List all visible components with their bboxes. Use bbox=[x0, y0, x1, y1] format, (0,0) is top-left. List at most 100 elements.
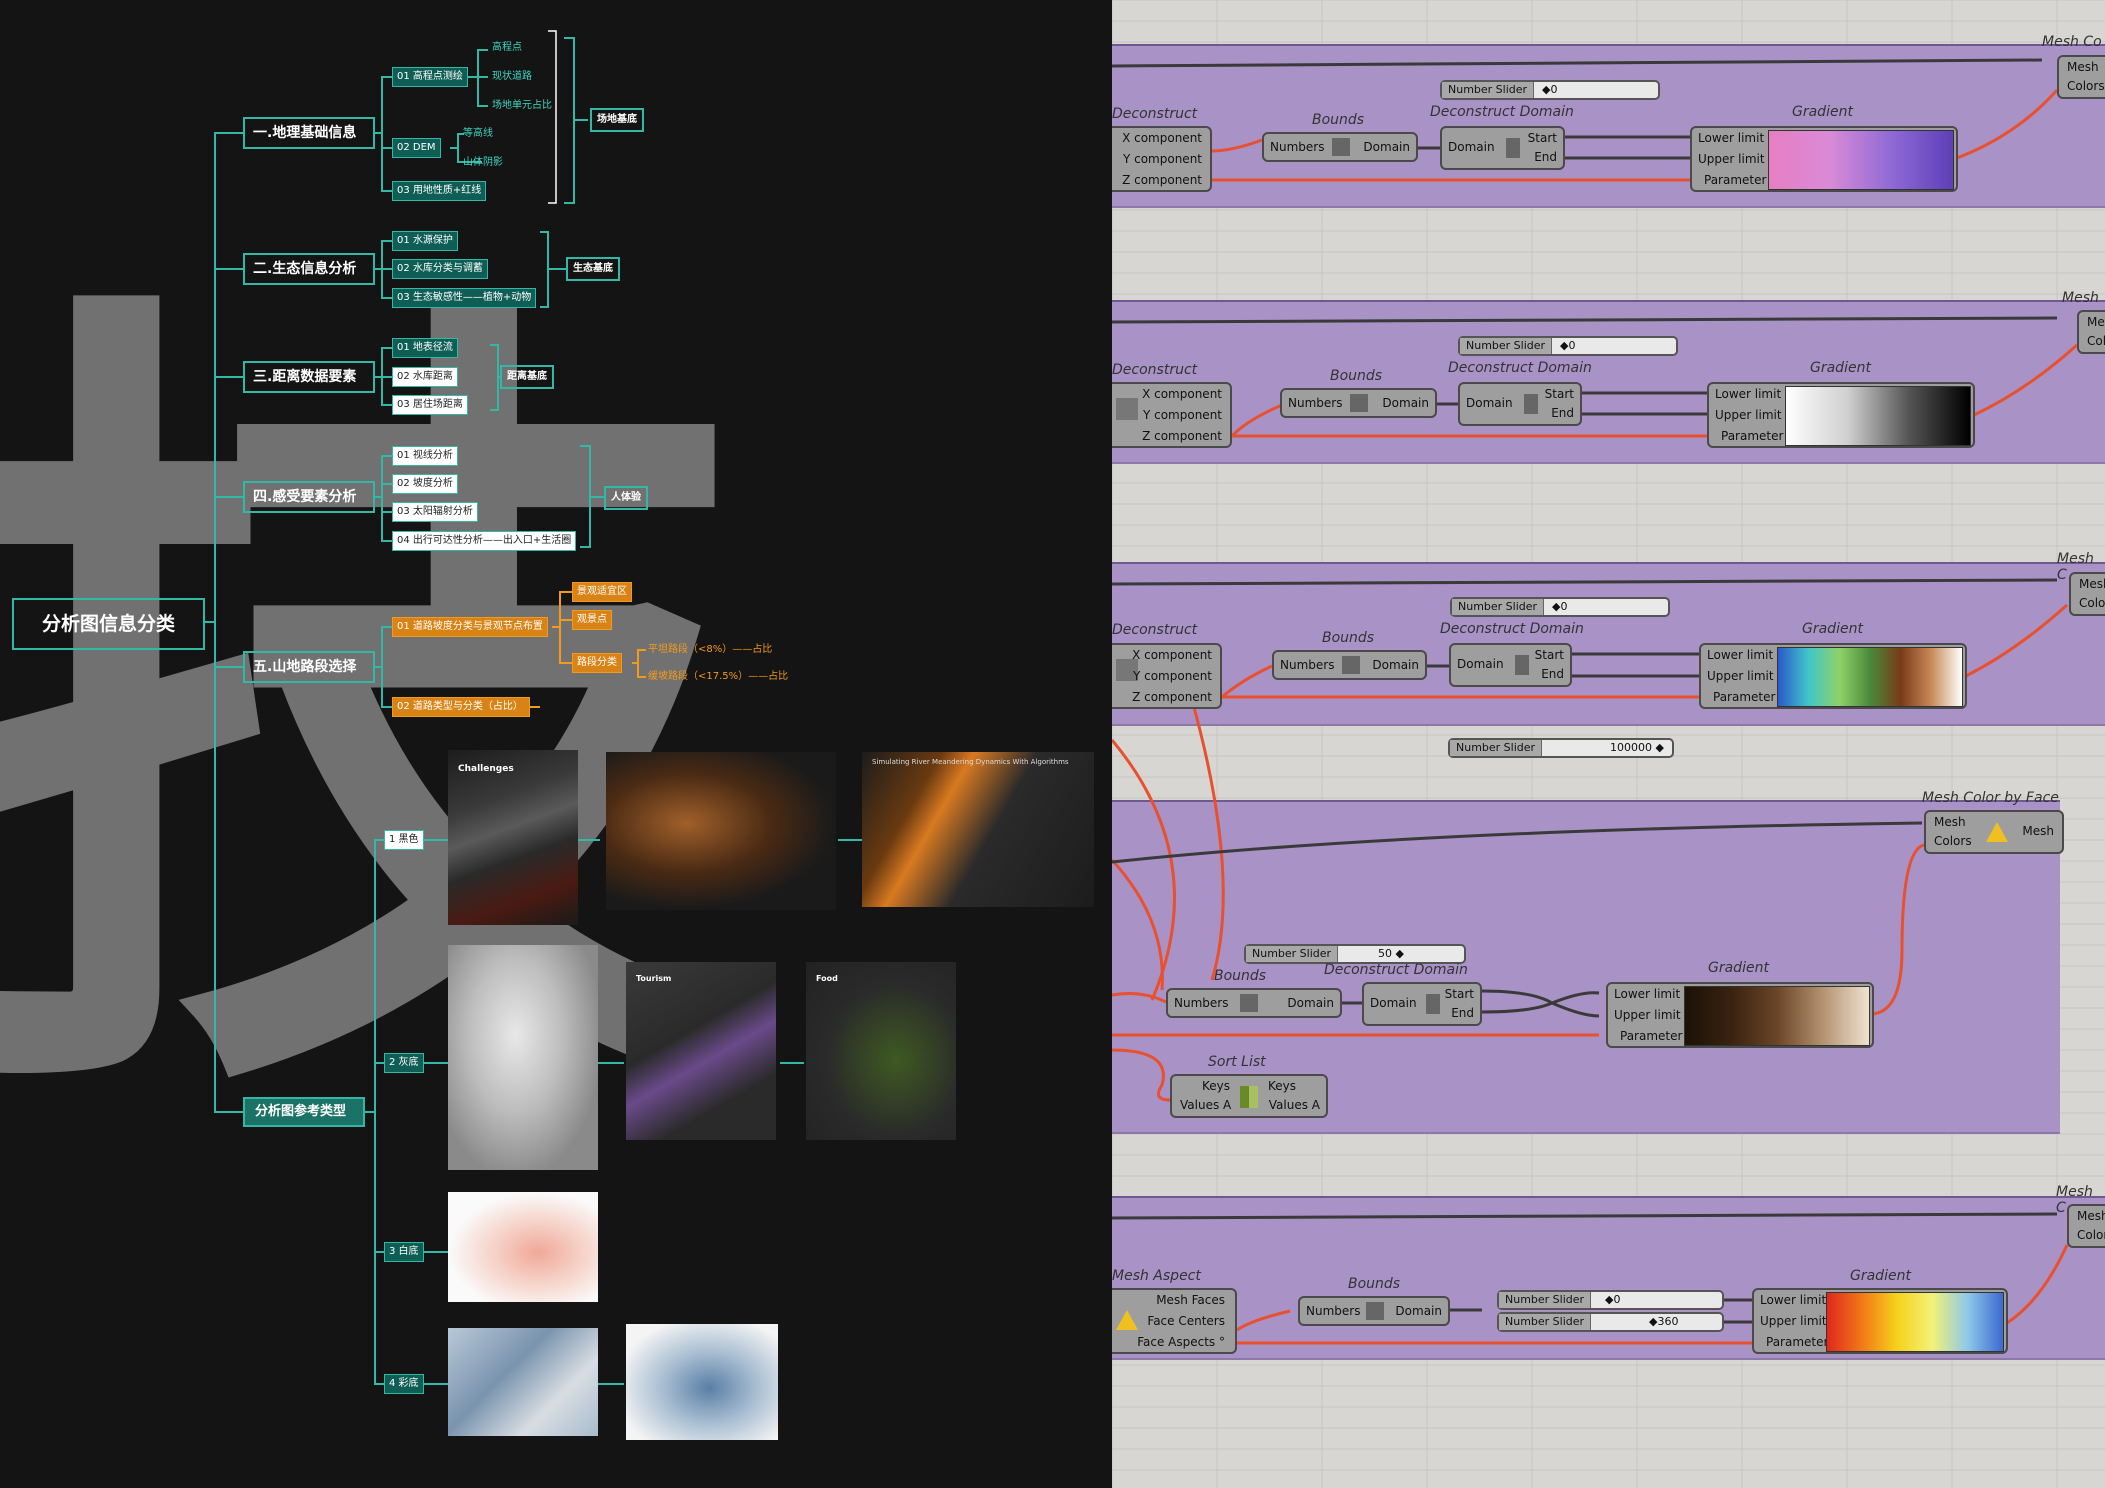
input-port: Numbers bbox=[1288, 396, 1343, 410]
slider-value: 50 ◆ bbox=[1378, 947, 1404, 960]
number-slider[interactable]: Number Slider 100000 ◆ bbox=[1448, 738, 1674, 758]
output-port: Values A bbox=[1268, 1098, 1320, 1112]
output-port: End bbox=[1534, 150, 1557, 164]
gradient-swatch[interactable] bbox=[1826, 1292, 2004, 1352]
output-port: Start bbox=[1544, 387, 1574, 401]
item-node: 01 道路坡度分类与景观节点布置 bbox=[392, 617, 548, 637]
output-port: Y component bbox=[1132, 669, 1212, 683]
ref-thumbnail-colour-1 bbox=[448, 1328, 598, 1436]
number-slider[interactable]: Number Slider ◆0 bbox=[1458, 336, 1678, 356]
slider-label: Number Slider bbox=[1452, 599, 1545, 615]
output-port: Face Aspects ° bbox=[1137, 1335, 1225, 1349]
deconstruct-component[interactable]: X component Y component Z component bbox=[1112, 382, 1232, 448]
output-port: Z component bbox=[1122, 173, 1202, 187]
mesh-colour-component[interactable]: Mesh Colors bbox=[2057, 55, 2105, 99]
slider-label: Number Slider bbox=[1442, 82, 1535, 98]
sort-list-component[interactable]: Keys Values A Keys Values A bbox=[1170, 1074, 1328, 1118]
deconstruct-component[interactable]: X component Y component Z component bbox=[1112, 126, 1212, 192]
sub-item: 现状道路 bbox=[492, 71, 532, 82]
input-port: Colors bbox=[2077, 1228, 2105, 1242]
slider-label: Number Slider bbox=[1499, 1314, 1592, 1330]
output-port: Domain bbox=[1287, 996, 1334, 1010]
gradient-swatch[interactable] bbox=[1785, 386, 1971, 446]
domain-icon bbox=[1515, 655, 1529, 675]
input-port: Domain bbox=[1448, 140, 1495, 154]
item-node: 03 生态敏感性——植物+动物 bbox=[392, 288, 537, 308]
bounds-component[interactable]: Numbers Domain bbox=[1166, 988, 1342, 1018]
number-slider[interactable]: Number Slider 50 ◆ bbox=[1244, 944, 1466, 964]
input-port: Numbers bbox=[1306, 1304, 1361, 1318]
input-port: Mes bbox=[2087, 315, 2105, 329]
input-port: Parameter bbox=[1704, 173, 1767, 187]
bounds-component[interactable]: Numbers Domain bbox=[1272, 650, 1427, 680]
mesh-colour-component[interactable]: Mes Colo bbox=[2077, 310, 2105, 354]
component-caption: Bounds bbox=[1312, 112, 1365, 128]
input-port: Numbers bbox=[1280, 658, 1335, 672]
ref-thumbnail-colour-2 bbox=[626, 1324, 778, 1440]
input-port: Lower limit bbox=[1715, 387, 1782, 401]
mesh-aspect-component[interactable]: Mesh Faces Face Centers Face Aspects ° bbox=[1112, 1288, 1237, 1354]
item-node: 02 水库距离 bbox=[392, 367, 458, 387]
number-slider[interactable]: Number Slider ◆360 bbox=[1497, 1312, 1724, 1332]
input-port: Colors bbox=[1934, 834, 1972, 848]
deconstruct-domain-component[interactable]: Domain Start End bbox=[1440, 126, 1565, 170]
input-port: Lower limit bbox=[1614, 987, 1681, 1001]
input-port: Colors bbox=[2079, 596, 2105, 610]
ref-thumbnail-grey-3: Food bbox=[806, 962, 956, 1140]
component-caption: Bounds bbox=[1322, 630, 1375, 646]
gradient-swatch[interactable] bbox=[1768, 130, 1954, 190]
component-caption: Deconstruct bbox=[1112, 106, 1198, 122]
bounds-icon bbox=[1350, 394, 1368, 412]
deconstruct-domain-component[interactable]: Domain Start End bbox=[1458, 382, 1582, 426]
gradient-swatch[interactable] bbox=[1777, 647, 1963, 707]
input-port: Domain bbox=[1457, 657, 1504, 671]
input-port: Parameter bbox=[1721, 429, 1784, 443]
deconstruct-domain-component[interactable]: Domain Start End bbox=[1362, 982, 1482, 1026]
deconstruct-component[interactable]: X component Y component Z component bbox=[1112, 643, 1222, 709]
bounds-component[interactable]: Numbers Domain bbox=[1280, 388, 1437, 418]
slider-value: ◆0 bbox=[1560, 339, 1576, 352]
number-slider[interactable]: Number Slider ◆0 bbox=[1440, 80, 1660, 100]
grasshopper-canvas[interactable]: Deconstruct X component Y component Z co… bbox=[1112, 0, 2105, 1488]
input-port: Lower limit bbox=[1760, 1293, 1827, 1307]
ref-thumbnail-white-1 bbox=[448, 1192, 598, 1302]
output-port: End bbox=[1551, 406, 1574, 420]
sub-item: 等高线 bbox=[463, 128, 493, 139]
bounds-icon bbox=[1366, 1302, 1384, 1320]
component-caption: Deconstruct bbox=[1112, 622, 1198, 638]
bounds-component[interactable]: Numbers Domain bbox=[1262, 132, 1418, 162]
input-port: Mesh bbox=[1934, 815, 1966, 829]
item-node: 02 水库分类与调蓄 bbox=[392, 259, 488, 279]
mesh-colour-component[interactable]: Mesh Colors bbox=[2067, 1204, 2105, 1248]
input-port: Upper limit bbox=[1614, 1008, 1681, 1022]
number-slider[interactable]: Number Slider ◆0 bbox=[1450, 597, 1670, 617]
item-node: 04 出行可达性分析——出入口+生活圈 bbox=[392, 531, 577, 551]
mesh-colour-by-face-component[interactable]: Mesh Colors Mesh bbox=[1924, 810, 2064, 854]
input-port: Numbers bbox=[1270, 140, 1325, 154]
output-port: Y component bbox=[1122, 152, 1202, 166]
gradient-swatch[interactable] bbox=[1684, 986, 1870, 1046]
mesh-colour-component[interactable]: Mesh Colors bbox=[2069, 572, 2105, 616]
section-node: 五.山地路段选择 bbox=[243, 651, 375, 683]
bounds-component[interactable]: Numbers Domain bbox=[1298, 1296, 1450, 1326]
thumb-title: Tourism bbox=[636, 974, 672, 983]
sub-item: 山体阴影 bbox=[463, 157, 503, 168]
output-port: Domain bbox=[1395, 1304, 1442, 1318]
slider-value: ◆0 bbox=[1552, 600, 1568, 613]
input-port: Lower limit bbox=[1707, 648, 1774, 662]
sub-item: 景观适宜区 bbox=[572, 582, 632, 602]
ref-thumbnail-grey-2: Tourism bbox=[626, 962, 776, 1140]
slider-label: Number Slider bbox=[1246, 946, 1339, 962]
item-node: 01 视线分析 bbox=[392, 446, 458, 466]
output-port: Z component bbox=[1142, 429, 1222, 443]
component-caption: Bounds bbox=[1330, 368, 1383, 384]
section-node: 一.地理基础信息 bbox=[243, 117, 375, 149]
input-port: Upper limit bbox=[1715, 408, 1782, 422]
deconstruct-domain-component[interactable]: Domain Start End bbox=[1449, 643, 1572, 687]
number-slider[interactable]: Number Slider ◆0 bbox=[1497, 1290, 1724, 1310]
output-port: Mesh bbox=[2022, 824, 2054, 838]
section-node: 四.感受要素分析 bbox=[243, 481, 375, 513]
reference-node: 分析图参考类型 bbox=[243, 1097, 365, 1127]
output-port: X component bbox=[1122, 131, 1202, 145]
component-caption: Gradient bbox=[1708, 960, 1769, 976]
